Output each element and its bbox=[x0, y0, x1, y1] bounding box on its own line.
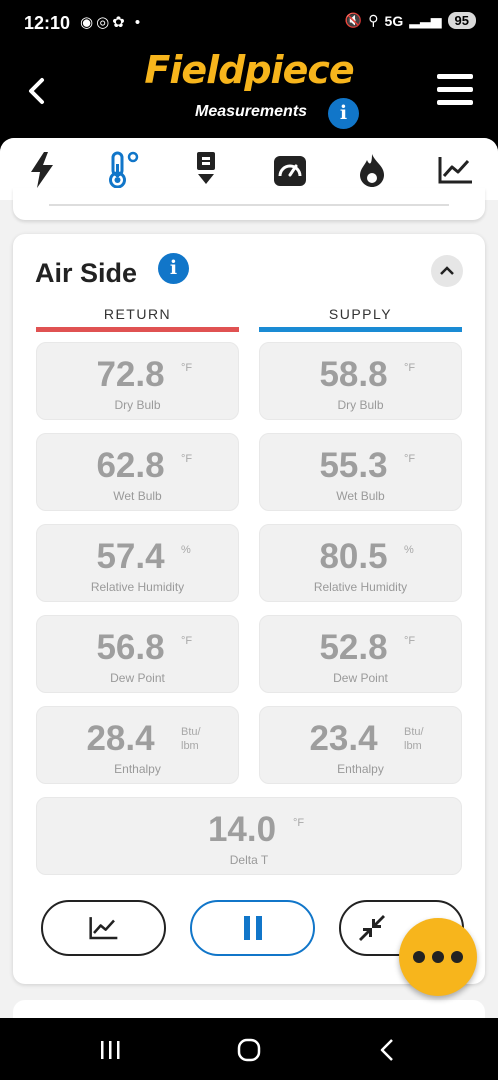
reading-label: Dew Point bbox=[333, 671, 388, 685]
return-bar bbox=[36, 327, 239, 332]
unit-line-2: lbm bbox=[404, 740, 422, 752]
supply-dew-point-tile[interactable]: 52.8 °F Dew Point bbox=[259, 615, 462, 693]
reading-label: Wet Bulb bbox=[336, 489, 385, 503]
tab-temperature[interactable] bbox=[104, 150, 144, 190]
supply-relative-humidity-tile[interactable]: 80.5 % Relative Humidity bbox=[259, 524, 462, 602]
reading-label: Dew Point bbox=[110, 671, 165, 685]
battery-badge: 95 bbox=[447, 12, 476, 29]
previous-card-bottom bbox=[13, 188, 485, 220]
tab-gauge[interactable] bbox=[270, 150, 310, 190]
card-title: Air Side bbox=[35, 258, 138, 288]
reading-unit: Btu/ lbm bbox=[404, 725, 424, 753]
tab-combustion[interactable] bbox=[352, 150, 392, 190]
collapse-button[interactable] bbox=[431, 255, 463, 287]
dot-icon bbox=[432, 951, 444, 963]
reading-unit: °F bbox=[181, 362, 193, 374]
back-nav-icon[interactable] bbox=[373, 1036, 403, 1064]
reading-unit: °F bbox=[181, 635, 193, 647]
tab-trends[interactable] bbox=[436, 150, 476, 190]
fieldpiece-logo: Fieldpiece bbox=[144, 48, 354, 92]
reading-value: 23.4 bbox=[309, 719, 378, 758]
chevron-up-icon bbox=[440, 266, 454, 275]
reading-value: 62.8 bbox=[96, 446, 165, 485]
reading-unit: % bbox=[181, 544, 191, 556]
tab-electrical[interactable] bbox=[22, 150, 62, 190]
reading-label: Enthalpy bbox=[114, 762, 161, 776]
flame-icon bbox=[360, 154, 384, 187]
unit-line-2: lbm bbox=[181, 740, 199, 752]
lightning-icon bbox=[31, 152, 53, 188]
info-icon[interactable]: i bbox=[328, 98, 359, 129]
status-bar: 12:10 ◉◎✿ • 🔇 ⚲ 5G ▂▃▅ 95 bbox=[0, 0, 498, 46]
graph-button[interactable] bbox=[41, 900, 166, 956]
location-icon: ⚲ bbox=[368, 12, 379, 28]
app-header: Fieldpiece Measurements i bbox=[0, 46, 498, 138]
supply-wet-bulb-tile[interactable]: 55.3 °F Wet Bulb bbox=[259, 433, 462, 511]
unit-line-1: Btu/ bbox=[404, 726, 424, 738]
delta-t-tile[interactable]: 14.0 °F Delta T bbox=[36, 797, 462, 875]
reading-label: Relative Humidity bbox=[313, 580, 408, 594]
return-wet-bulb-tile[interactable]: 62.8 °F Wet Bulb bbox=[36, 433, 239, 511]
reading-value: 28.4 bbox=[86, 719, 155, 758]
recent-apps-icon[interactable] bbox=[95, 1036, 125, 1064]
signal-icon: ▂▃▅ bbox=[409, 12, 442, 28]
supply-enthalpy-tile[interactable]: 23.4 Btu/ lbm Enthalpy bbox=[259, 706, 462, 784]
status-right: 🔇 ⚲ 5G ▂▃▅ 95 bbox=[345, 12, 476, 29]
reading-label: Delta T bbox=[229, 853, 269, 867]
trend-chart-icon bbox=[438, 157, 472, 184]
next-card-top bbox=[13, 1000, 485, 1018]
status-time: 12:10 bbox=[24, 13, 71, 33]
info-icon[interactable]: i bbox=[158, 253, 189, 284]
return-relative-humidity-tile[interactable]: 57.4 % Relative Humidity bbox=[36, 524, 239, 602]
page-subtitle: Measurements bbox=[195, 103, 308, 120]
notification-icons: ◉◎✿ • bbox=[80, 14, 144, 31]
reading-value: 56.8 bbox=[96, 628, 165, 667]
pump-icon bbox=[197, 152, 215, 184]
reading-value: 55.3 bbox=[319, 446, 388, 485]
network-label: 5G bbox=[384, 12, 404, 29]
reading-value: 72.8 bbox=[96, 355, 165, 394]
reading-value: 52.8 bbox=[319, 628, 388, 667]
supply-bar bbox=[259, 327, 462, 332]
thermometer-icon bbox=[109, 151, 139, 189]
dot-icon bbox=[451, 951, 463, 963]
home-icon[interactable] bbox=[234, 1036, 264, 1064]
reading-unit: Btu/ lbm bbox=[181, 725, 201, 753]
unit-line-1: Btu/ bbox=[181, 726, 201, 738]
trend-chart-icon bbox=[88, 917, 117, 940]
more-options-button[interactable] bbox=[399, 918, 477, 996]
collapse-arrows-icon bbox=[358, 915, 385, 941]
content-area: Air Side i RETURN SUPPLY 72.8 °F Dry Bul… bbox=[0, 138, 498, 1018]
tab-pump[interactable] bbox=[186, 150, 226, 190]
reading-unit: °F bbox=[404, 362, 416, 374]
reading-unit: °F bbox=[404, 635, 416, 647]
reading-label: Relative Humidity bbox=[90, 580, 185, 594]
system-nav-bar bbox=[0, 1018, 498, 1080]
reading-unit: °F bbox=[293, 817, 305, 829]
reading-value: 14.0 bbox=[207, 810, 277, 849]
return-dry-bulb-tile[interactable]: 72.8 °F Dry Bulb bbox=[36, 342, 239, 420]
supply-dry-bulb-tile[interactable]: 58.8 °F Dry Bulb bbox=[259, 342, 462, 420]
dot-icon bbox=[413, 951, 425, 963]
pause-icon bbox=[243, 916, 262, 940]
reading-label: Dry Bulb bbox=[337, 398, 384, 412]
reading-value: 58.8 bbox=[319, 355, 388, 394]
reading-label: Dry Bulb bbox=[114, 398, 161, 412]
supply-header: SUPPLY bbox=[328, 306, 393, 322]
reading-value: 80.5 bbox=[319, 537, 388, 576]
reading-value: 57.4 bbox=[96, 537, 165, 576]
reading-unit: °F bbox=[404, 453, 416, 465]
reading-unit: % bbox=[404, 544, 414, 556]
return-header: RETURN bbox=[103, 306, 172, 322]
pause-button[interactable] bbox=[190, 900, 315, 956]
mute-icon: 🔇 bbox=[344, 12, 363, 28]
air-side-card: Air Side i RETURN SUPPLY 72.8 °F Dry Bul… bbox=[13, 234, 485, 984]
gauge-icon bbox=[274, 156, 306, 186]
reading-label: Enthalpy bbox=[337, 762, 384, 776]
reading-label: Wet Bulb bbox=[113, 489, 162, 503]
return-enthalpy-tile[interactable]: 28.4 Btu/ lbm Enthalpy bbox=[36, 706, 239, 784]
return-dew-point-tile[interactable]: 56.8 °F Dew Point bbox=[36, 615, 239, 693]
reading-unit: °F bbox=[181, 453, 193, 465]
hamburger-menu-icon[interactable] bbox=[437, 74, 473, 106]
